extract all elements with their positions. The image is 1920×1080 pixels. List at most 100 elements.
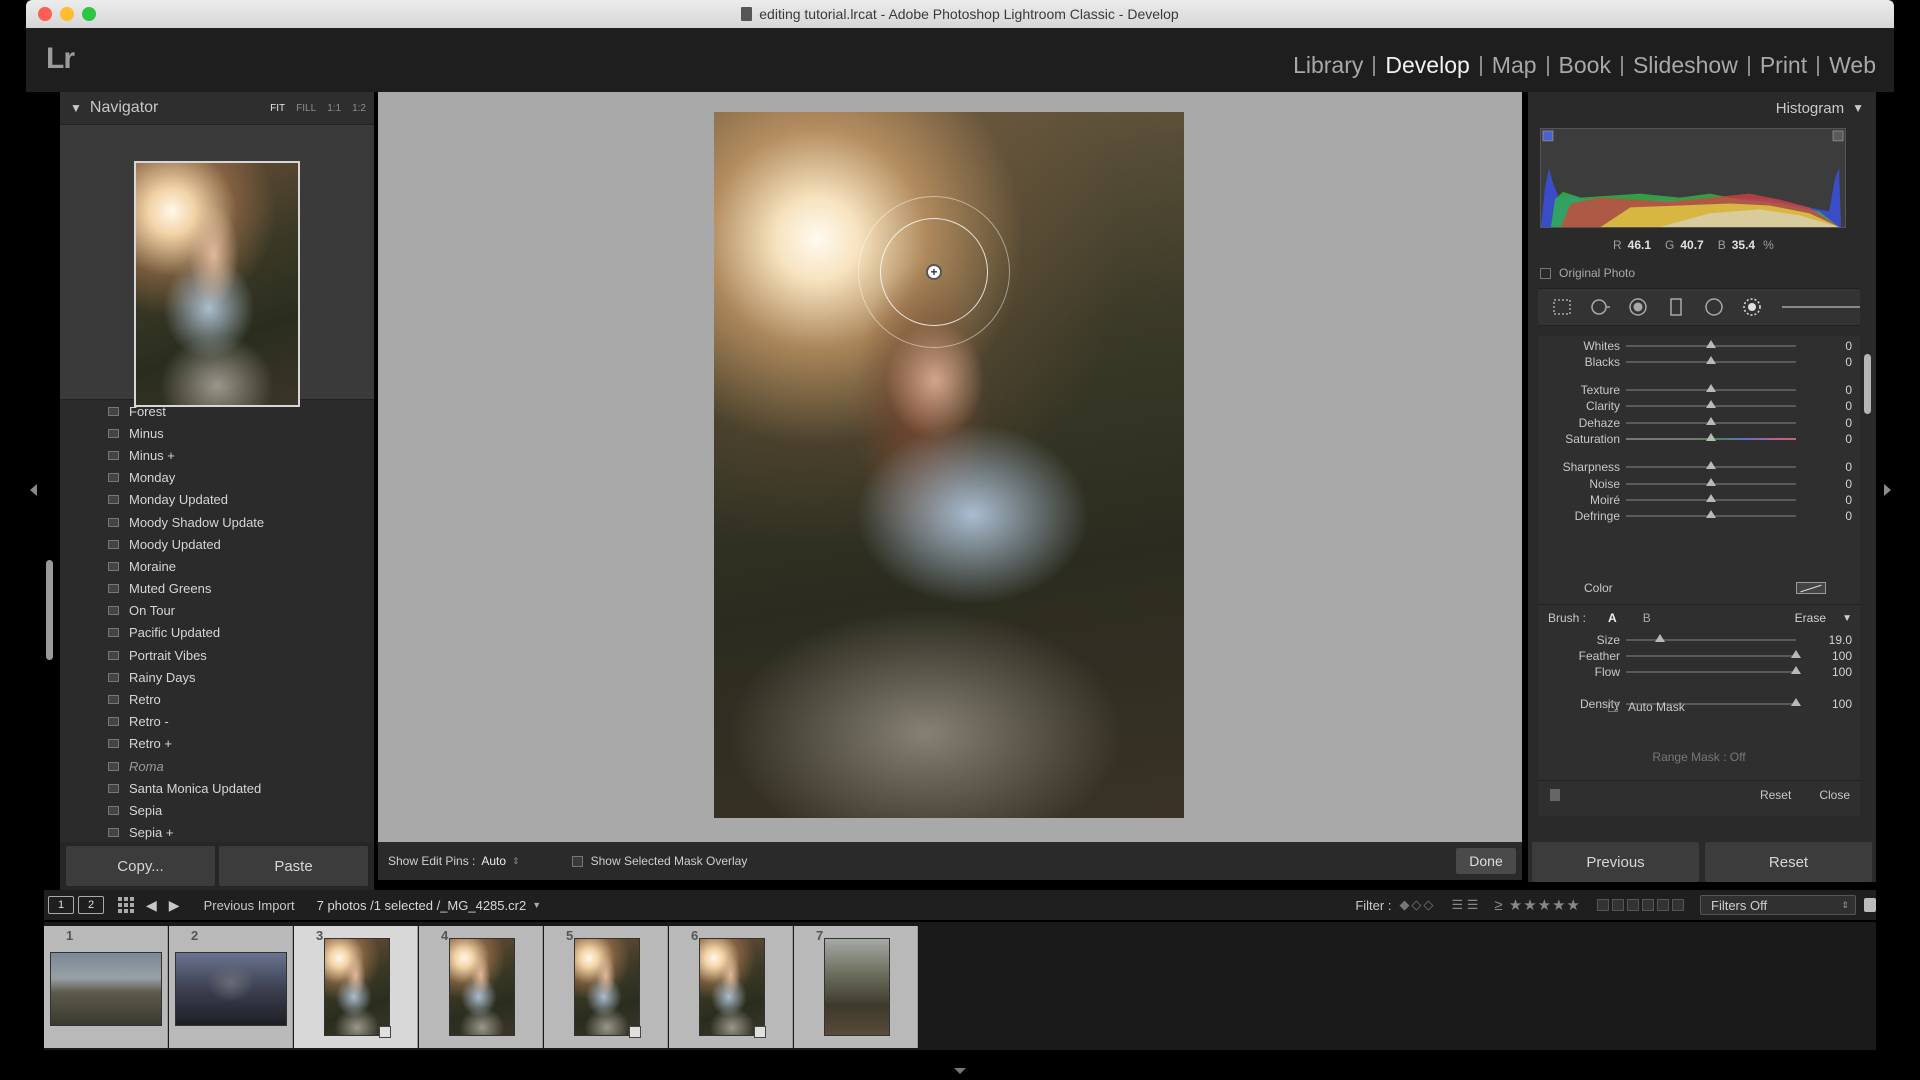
left-panel-scrollbar[interactable] — [46, 560, 53, 660]
filmstrip-thumbnail[interactable] — [449, 938, 515, 1036]
slider-knob[interactable] — [1706, 494, 1716, 502]
module-slideshow[interactable]: Slideshow — [1623, 52, 1748, 79]
grid-view-icon[interactable] — [118, 897, 134, 913]
filmstrip-cell[interactable]: 5 — [544, 926, 668, 1048]
graduated-filter-icon[interactable] — [1664, 297, 1688, 317]
slider-row[interactable]: Defringe 0 — [1538, 506, 1860, 526]
edit-pin-icon[interactable]: + — [926, 264, 942, 280]
slider-track[interactable] — [1626, 340, 1796, 348]
preset-item[interactable]: Roma — [108, 755, 374, 777]
right-panel-scrollbar[interactable] — [1864, 354, 1871, 414]
module-library[interactable]: Library — [1283, 52, 1373, 79]
filmstrip-cell[interactable]: 6 — [669, 926, 793, 1048]
filter-preset-select[interactable]: Filters Off ⇕ — [1700, 895, 1856, 915]
done-button[interactable]: Done — [1456, 848, 1516, 874]
slider-knob[interactable] — [1655, 634, 1665, 642]
module-print[interactable]: Print — [1750, 52, 1817, 79]
mask-overlay-checkbox[interactable] — [571, 855, 583, 867]
slider-track[interactable] — [1626, 384, 1796, 392]
automask-toggle[interactable]: Auto Mask — [1608, 700, 1685, 714]
filmstrip-thumbnail[interactable] — [324, 938, 390, 1036]
slider-track[interactable] — [1626, 433, 1796, 441]
previous-button[interactable]: Previous — [1532, 842, 1699, 882]
slider-knob[interactable] — [1706, 340, 1716, 348]
navigator-preview[interactable] — [60, 124, 374, 407]
range-mask-select[interactable]: Range Mask : Off — [1538, 750, 1860, 764]
module-book[interactable]: Book — [1549, 52, 1621, 79]
zoom-option[interactable]: FIT — [270, 103, 285, 114]
copy-button[interactable]: Copy... — [66, 846, 215, 886]
right-panel-toggle-icon[interactable] — [1884, 484, 1891, 496]
slider-value[interactable]: 0 — [1796, 509, 1852, 523]
slider-value[interactable]: 0 — [1796, 355, 1852, 369]
monitor-2-button[interactable]: 2 — [78, 896, 104, 914]
paste-button[interactable]: Paste — [219, 846, 368, 886]
slider-track[interactable] — [1626, 400, 1796, 408]
slider-value[interactable]: 100 — [1796, 665, 1852, 679]
preset-item[interactable]: Minus + — [108, 444, 374, 466]
automask-checkbox[interactable] — [1608, 702, 1618, 712]
slider-track[interactable] — [1626, 417, 1796, 425]
panel-close-button[interactable]: Close — [1819, 788, 1850, 802]
forward-arrow-icon[interactable]: ▶ — [169, 897, 180, 914]
window-minimize-button[interactable] — [60, 7, 74, 21]
slider-knob[interactable] — [1706, 384, 1716, 392]
slider-knob[interactable] — [1706, 461, 1716, 469]
slider-value[interactable]: 0 — [1796, 460, 1852, 474]
panel-toggle-switch[interactable] — [1550, 788, 1560, 801]
filmstrip-cell[interactable]: 1 — [44, 926, 168, 1048]
slider-value[interactable]: 100 — [1796, 697, 1852, 711]
preset-item[interactable]: On Tour — [108, 600, 374, 622]
panel-reset-button[interactable]: Reset — [1760, 788, 1791, 802]
slider-knob[interactable] — [1706, 400, 1716, 408]
red-eye-icon[interactable] — [1626, 297, 1650, 317]
show-edit-pins-select[interactable]: Auto — [481, 854, 506, 868]
preset-item[interactable]: Retro - — [108, 711, 374, 733]
slider-knob[interactable] — [1706, 417, 1716, 425]
flag-filter-icons[interactable]: ◆◇◇ — [1399, 897, 1435, 913]
monitor-1-button[interactable]: 1 — [48, 896, 74, 914]
slider-knob[interactable] — [1706, 433, 1716, 441]
slider-track[interactable] — [1626, 634, 1796, 642]
slider-knob[interactable] — [1791, 698, 1801, 706]
slider-value[interactable]: 0 — [1796, 399, 1852, 413]
collapse-triangle-icon[interactable]: ▼ — [70, 101, 82, 115]
preset-item[interactable]: Sepia + — [108, 822, 374, 842]
tool-slider[interactable] — [1782, 306, 1860, 308]
brush-collapse-icon[interactable]: ▼ — [1842, 613, 1852, 624]
module-develop[interactable]: Develop — [1375, 52, 1479, 79]
collapse-triangle-icon[interactable]: ▼ — [1852, 101, 1864, 115]
filmstrip-thumbnail[interactable] — [574, 938, 640, 1036]
preset-item[interactable]: Retro — [108, 688, 374, 710]
slider-knob[interactable] — [1791, 650, 1801, 658]
crop-tool-icon[interactable] — [1550, 297, 1574, 317]
preset-item[interactable]: Portrait Vibes — [108, 644, 374, 666]
filmstrip-cell[interactable]: 4 — [419, 926, 543, 1048]
preset-item[interactable]: Moraine — [108, 555, 374, 577]
window-close-button[interactable] — [38, 7, 52, 21]
brush-erase-button[interactable]: Erase — [1795, 611, 1826, 625]
slider-value[interactable]: 0 — [1796, 477, 1852, 491]
original-photo-toggle[interactable]: Original Photo — [1540, 266, 1635, 280]
filmstrip-thumbnail[interactable] — [175, 952, 287, 1026]
left-panel-toggle-icon[interactable] — [30, 484, 37, 496]
filmstrip-cell[interactable]: 2 — [169, 926, 293, 1048]
slider-knob[interactable] — [1791, 666, 1801, 674]
filter-lock-icon[interactable] — [1864, 898, 1876, 912]
slider-row[interactable]: Blacks 0 — [1538, 352, 1860, 372]
preset-item[interactable]: Santa Monica Updated — [108, 777, 374, 799]
adjustment-brush-icon[interactable] — [1740, 297, 1764, 317]
preset-item[interactable]: Sepia — [108, 799, 374, 821]
filmstrip-thumbnail[interactable] — [699, 938, 765, 1036]
preset-item[interactable]: Retro + — [108, 733, 374, 755]
preset-item[interactable]: Monday Updated — [108, 489, 374, 511]
slider-row[interactable]: Flow 100 — [1538, 662, 1860, 682]
zoom-option[interactable]: FILL — [296, 103, 316, 114]
slider-value[interactable]: 0 — [1796, 383, 1852, 397]
filmstrip-cell[interactable]: 7 — [794, 926, 918, 1048]
slider-track[interactable] — [1626, 356, 1796, 364]
slider-value[interactable]: 0 — [1796, 416, 1852, 430]
back-arrow-icon[interactable]: ◀ — [146, 897, 157, 914]
module-map[interactable]: Map — [1482, 52, 1547, 79]
navigator-header[interactable]: ▼ Navigator FIT FILL 1:1 1:2 — [60, 92, 374, 124]
